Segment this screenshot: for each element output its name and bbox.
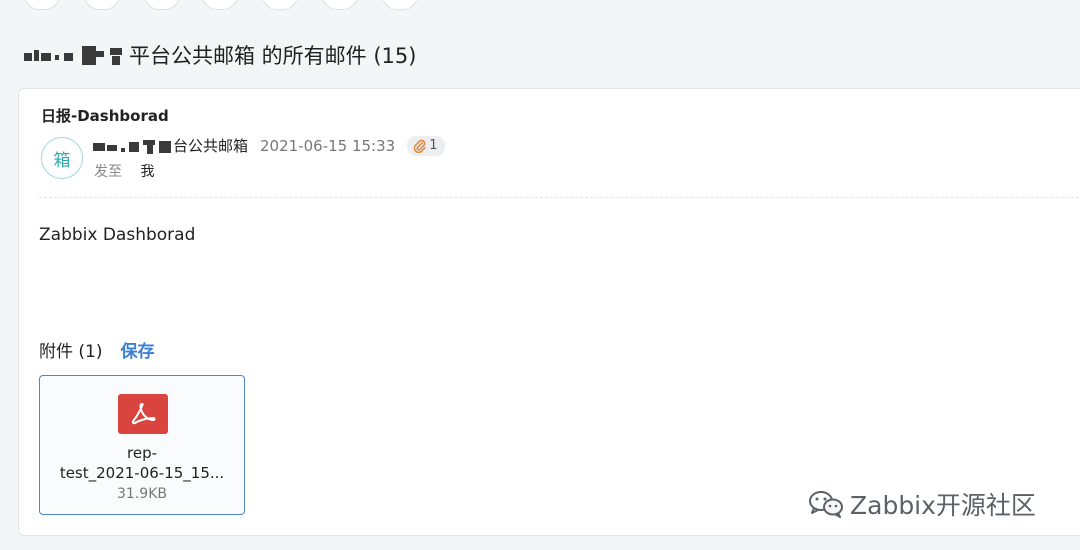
- avatar[interactable]: 箱: [41, 137, 83, 179]
- page-title-text: 平台公共邮箱 的所有邮件 (15): [129, 44, 417, 68]
- recipient-value[interactable]: 我: [140, 164, 154, 180]
- watermark-text: Zabbix开源社区: [850, 491, 1036, 520]
- toolbar-button[interactable]: [84, 0, 120, 10]
- toolbar-button[interactable]: [144, 0, 180, 10]
- recipient-label: 发至: [94, 164, 122, 180]
- page-title: 平台公共邮箱 的所有邮件 (15): [24, 40, 416, 70]
- pdf-icon: [118, 394, 168, 434]
- redacted-sender-name[interactable]: [93, 137, 173, 155]
- redacted-mailbox-name: [24, 44, 127, 66]
- mail-card: 日报-Dashborad 箱 台公共邮箱 2021-06-15 15:33 1 …: [18, 88, 1080, 536]
- attachment-file-card[interactable]: rep- test_2021-06-15_15... 31.9KB: [39, 375, 245, 515]
- toolbar-button[interactable]: [322, 0, 358, 10]
- toolbar-button[interactable]: [382, 0, 418, 10]
- sender-name[interactable]: 台公共邮箱: [173, 135, 248, 156]
- attachment-count: 1: [429, 138, 438, 153]
- toolbar-button[interactable]: [24, 0, 60, 10]
- mail-body: Zabbix Dashborad: [39, 225, 196, 245]
- paperclip-icon: [413, 139, 426, 153]
- attachment-name-line2: test_2021-06-15_15...: [59, 464, 225, 482]
- attachments-title: 附件 (1): [39, 342, 103, 362]
- recipient-line: 发至 我: [94, 161, 154, 181]
- mail-date: 2021-06-15 15:33: [260, 136, 396, 155]
- attachment-name-line1: rep-: [127, 444, 157, 462]
- divider: [39, 197, 1080, 198]
- attachment-size: 31.9KB: [117, 486, 167, 502]
- toolbar-button[interactable]: [202, 0, 238, 10]
- wechat-icon: [809, 491, 843, 518]
- attachments-header: 附件 (1) 保存: [39, 337, 154, 362]
- avatar-char: 箱: [53, 150, 71, 171]
- attachment-badge[interactable]: 1: [407, 135, 446, 156]
- mail-subject: 日报-Dashborad: [41, 107, 169, 125]
- toolbar: [0, 0, 1080, 10]
- toolbar-button[interactable]: [262, 0, 298, 10]
- sender-line: 台公共邮箱 2021-06-15 15:33 1: [93, 135, 446, 156]
- watermark: Zabbix开源社区: [808, 486, 1036, 522]
- save-attachments-link[interactable]: 保存: [120, 337, 154, 362]
